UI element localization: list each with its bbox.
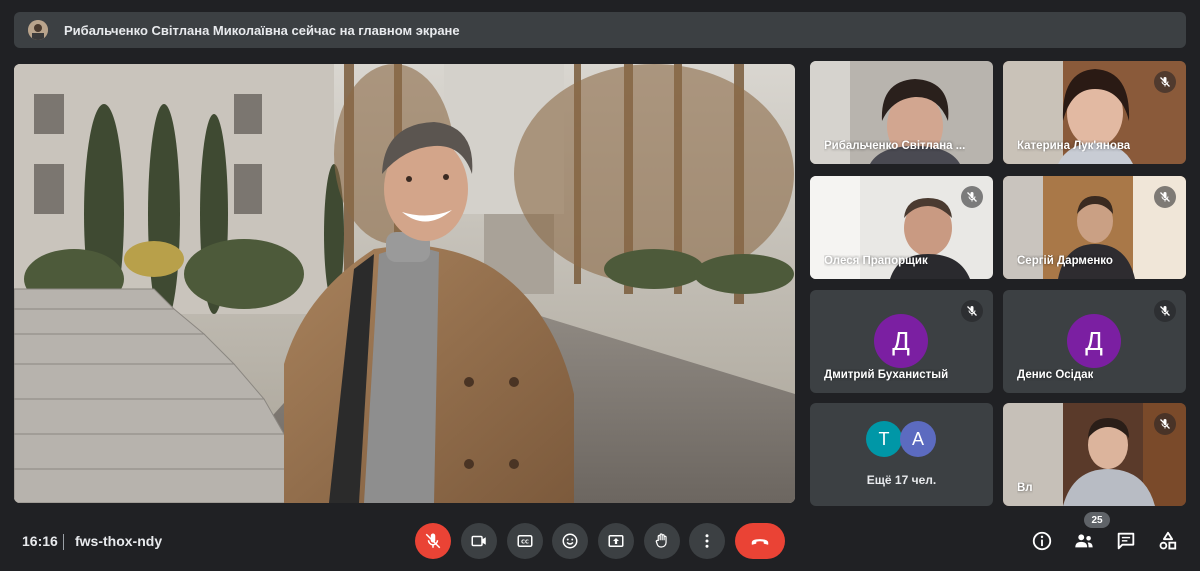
meeting-details-button[interactable] xyxy=(1030,529,1054,553)
main-video-frame xyxy=(14,64,795,503)
camera-toggle-button[interactable] xyxy=(461,523,497,559)
chat-button[interactable] xyxy=(1114,529,1138,553)
participant-name-1: Рибальченко Світлана ... xyxy=(824,140,966,152)
emoji-icon xyxy=(562,533,578,549)
more-participants-tile[interactable]: Т А Ещё 17 чел. xyxy=(810,403,993,506)
participant-tile-6[interactable]: Д Денис Осідак xyxy=(1003,290,1186,393)
presenter-avatar xyxy=(28,20,48,40)
participants-count-badge: 25 xyxy=(1084,512,1110,528)
participants-button[interactable] xyxy=(1072,529,1096,553)
mic-off-icon xyxy=(1154,300,1176,322)
more-participants-label: Ещё 17 чел. xyxy=(866,473,937,487)
hand-icon xyxy=(655,533,667,548)
mic-off-icon xyxy=(425,533,441,549)
mic-off-icon xyxy=(1154,71,1176,93)
mic-off-icon xyxy=(1154,186,1176,208)
meeting-code: fws-thox-ndy xyxy=(75,533,163,549)
participant-tile-1[interactable]: Рибальченко Світлана ... xyxy=(810,61,993,164)
people-icon xyxy=(1075,534,1093,548)
activities-button[interactable] xyxy=(1156,529,1180,553)
participant-name-2: Катерина Лук'янова xyxy=(1017,140,1131,152)
presentation-banner: Рибальченко Світлана Миколаївна сейчас н… xyxy=(14,12,1186,48)
more-vertical-icon xyxy=(705,534,709,548)
participant-tile-5[interactable]: Д Дмитрий Буханистый xyxy=(810,290,993,393)
participant-name-6: Денис Осідак xyxy=(1017,369,1094,381)
participant-avatar-6: Д xyxy=(1067,314,1121,368)
leave-call-button[interactable] xyxy=(735,523,785,559)
present-screen-button[interactable] xyxy=(598,523,634,559)
more-avatar-2: А xyxy=(900,421,936,457)
reactions-button[interactable] xyxy=(552,523,588,559)
participant-tile-4[interactable]: Сергій Дарменко xyxy=(1003,176,1186,279)
present-screen-icon xyxy=(608,535,624,547)
participant-tile-7[interactable]: Вл xyxy=(1003,403,1186,506)
more-avatars: Т А xyxy=(866,421,936,457)
more-avatar-1: Т xyxy=(866,421,902,457)
mic-off-icon xyxy=(961,300,983,322)
participant-name-5: Дмитрий Буханистый xyxy=(824,369,949,381)
svg-text:CC: CC xyxy=(521,540,529,546)
participant-name-4: Сергій Дарменко xyxy=(1017,255,1113,267)
mic-toggle-button[interactable] xyxy=(415,523,451,559)
hang-up-icon xyxy=(751,539,769,545)
video-camera-icon xyxy=(471,535,486,547)
mic-off-icon xyxy=(1154,413,1176,435)
main-video[interactable] xyxy=(14,64,795,503)
mic-off-icon xyxy=(961,186,983,208)
participant-tile-3[interactable]: Олеся Прапорщик xyxy=(810,176,993,279)
chat-icon xyxy=(1117,532,1135,550)
raise-hand-button[interactable] xyxy=(644,523,680,559)
info-icon xyxy=(1032,531,1052,551)
bottom-toolbar: 16:16 fws-thox-ndy CC 25 xyxy=(0,512,1200,571)
more-options-button[interactable] xyxy=(689,523,725,559)
participant-avatar-5: Д xyxy=(874,314,928,368)
closed-captions-icon: CC xyxy=(517,535,533,547)
participant-tile-2[interactable]: Катерина Лук'янова xyxy=(1003,61,1186,164)
shapes-icon xyxy=(1159,531,1177,550)
divider xyxy=(63,534,64,550)
meeting-time: 16:16 xyxy=(22,533,58,549)
participant-name-3: Олеся Прапорщик xyxy=(824,255,928,267)
banner-text: Рибальченко Світлана Миколаївна сейчас н… xyxy=(64,22,460,38)
participant-name-7: Вл xyxy=(1017,482,1033,494)
captions-button[interactable]: CC xyxy=(507,523,543,559)
